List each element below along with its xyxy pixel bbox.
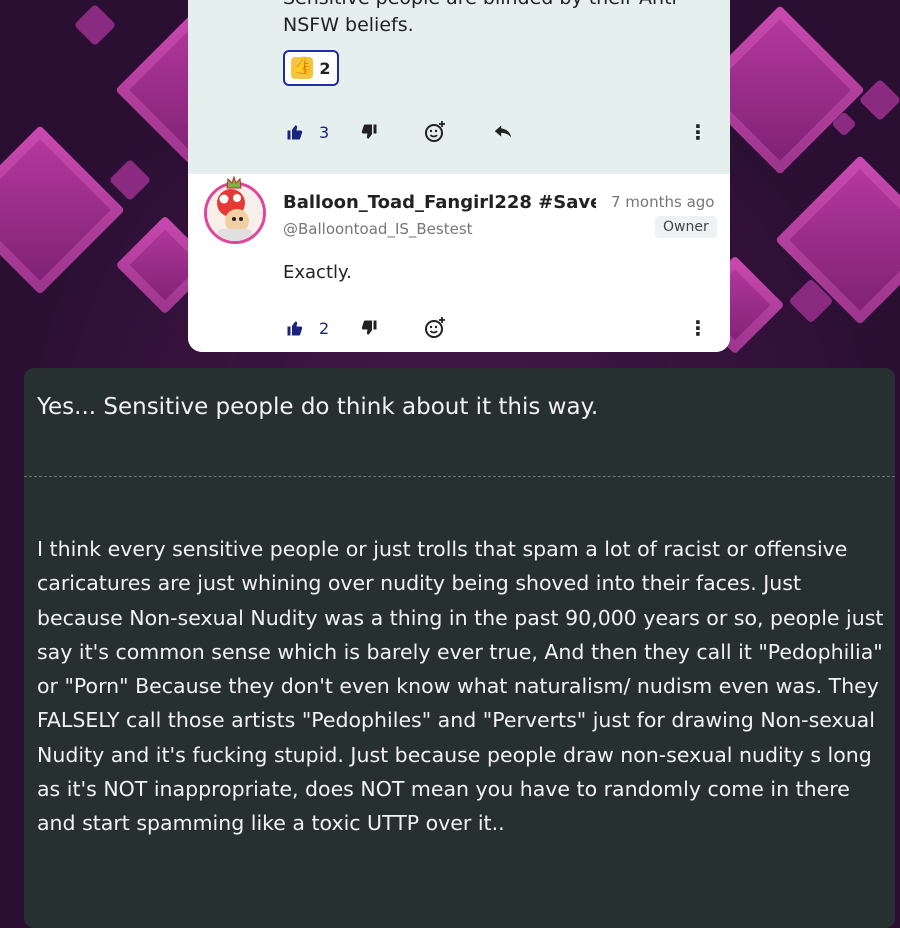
first-comment: Sensitive people are blinded by their An… <box>188 0 730 174</box>
reply-text: Exactly. <box>283 262 352 283</box>
comment-text-line2: NSFW beliefs. <box>283 14 414 36</box>
thumbs-down-icon[interactable] <box>357 316 381 340</box>
comment-card: Sensitive people are blinded by their An… <box>188 0 730 352</box>
reply-actions: 2 <box>283 313 447 343</box>
commenter-avatar[interactable] <box>204 182 266 244</box>
reply-comment: Balloon_Toad_Fangirl228 #SaveJ 7 months … <box>188 174 730 352</box>
more-vertical-icon[interactable]: ⋮ <box>688 120 708 144</box>
comment-timestamp: 7 months ago <box>611 193 715 211</box>
text-panel: Yes... Sensitive people do think about i… <box>24 368 895 928</box>
add-emoji-icon[interactable] <box>423 120 447 144</box>
thumbs-down-icon[interactable] <box>357 120 381 144</box>
like-count: 3 <box>319 122 330 142</box>
panel-title: Yes... Sensitive people do think about i… <box>37 394 599 420</box>
comment-actions: 3 <box>283 117 515 147</box>
reaction-pill[interactable]: 2 <box>283 50 339 86</box>
add-emoji-icon[interactable] <box>423 316 447 340</box>
panel-body: I think every sensitive people or just t… <box>37 537 884 836</box>
commenter-username[interactable]: Balloon_Toad_Fangirl228 #SaveJ <box>283 192 596 213</box>
commenter-handle[interactable]: @Balloontoad_IS_Bestest <box>283 220 473 238</box>
comment-text-line1: Sensitive people are blinded by their An… <box>283 0 684 10</box>
thumbs-up-emoji-icon <box>291 56 314 79</box>
thumbs-up-icon[interactable] <box>283 316 307 340</box>
reply-arrow-icon[interactable] <box>491 120 515 144</box>
owner-badge: Owner <box>655 216 717 238</box>
crown-icon <box>226 176 242 189</box>
like-count: 2 <box>319 318 330 338</box>
divider <box>24 476 895 477</box>
more-vertical-icon[interactable]: ⋮ <box>688 316 708 340</box>
thumbs-up-icon[interactable] <box>283 120 307 144</box>
reaction-count: 2 <box>319 58 331 78</box>
